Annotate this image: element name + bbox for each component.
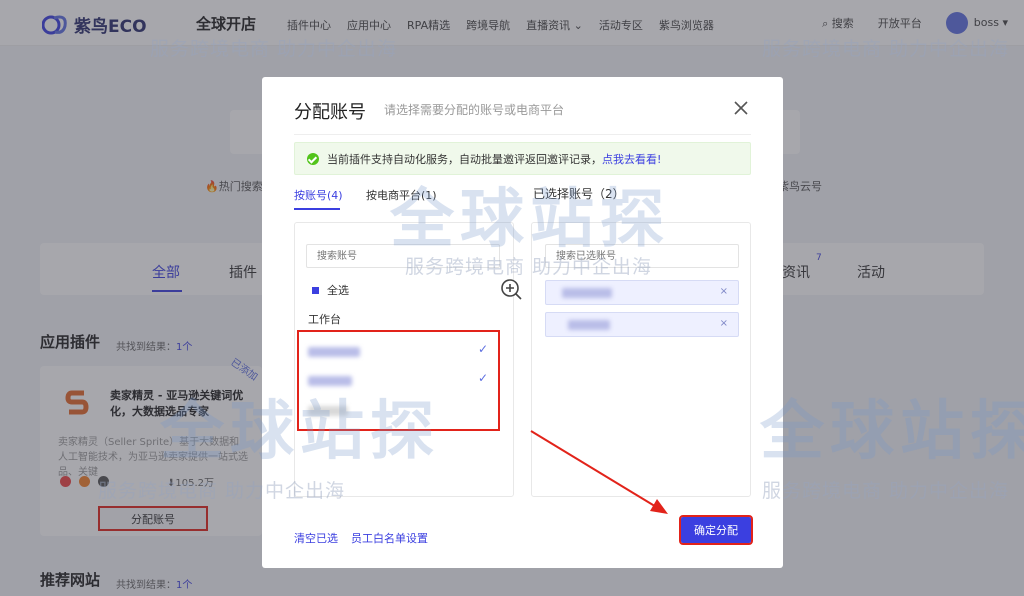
selected-account-chip: × xyxy=(545,280,739,305)
tab-by-account[interactable]: 按账号(4) xyxy=(294,187,343,203)
clear-selected-link[interactable]: 清空已选 xyxy=(294,530,338,546)
watermark-logo-text: 全球站探 xyxy=(390,183,670,257)
select-all-label: 全选 xyxy=(327,284,349,297)
watermark-text: 服务跨境电商 助力中企出海 xyxy=(150,38,398,60)
watermark-logo-text: 全球站探 xyxy=(760,395,1024,469)
active-tab-indicator xyxy=(294,208,340,210)
remove-icon[interactable]: × xyxy=(720,286,728,297)
close-icon[interactable] xyxy=(730,97,752,119)
notice-link[interactable]: 点我去看看! xyxy=(602,151,661,167)
watermark-text: 服务跨境电商 助力中企出海 xyxy=(762,38,1010,60)
watermark-text: 服务跨境电商 助力中企出海 xyxy=(98,480,346,502)
redacted-account-name xyxy=(562,288,612,298)
dialog-title: 分配账号 xyxy=(294,102,366,123)
divider xyxy=(294,134,751,135)
whitelist-settings-link[interactable]: 员工白名单设置 xyxy=(351,530,428,546)
remove-icon[interactable]: × xyxy=(720,318,728,329)
watermark-logo-text: 全球站探 xyxy=(160,395,440,469)
selected-account-chip: × xyxy=(545,312,739,337)
notice-text: 当前插件支持自动化服务，自动批量邀评返回邀评记录， xyxy=(327,152,602,166)
confirm-assign-button[interactable]: 确定分配 xyxy=(679,515,753,545)
dialog-subtitle: 请选择需要分配的账号或电商平台 xyxy=(384,103,565,117)
group-label: 工作台 xyxy=(308,313,341,326)
checkbox-indeterminate-icon xyxy=(312,286,319,294)
watermark-text: 服务跨境电商 助力中企出海 xyxy=(762,480,1010,502)
select-all-checkbox[interactable]: 全选 xyxy=(312,282,349,298)
check-circle-icon xyxy=(307,152,319,165)
zoom-in-icon[interactable] xyxy=(499,277,523,301)
redacted-account-name xyxy=(568,320,610,330)
